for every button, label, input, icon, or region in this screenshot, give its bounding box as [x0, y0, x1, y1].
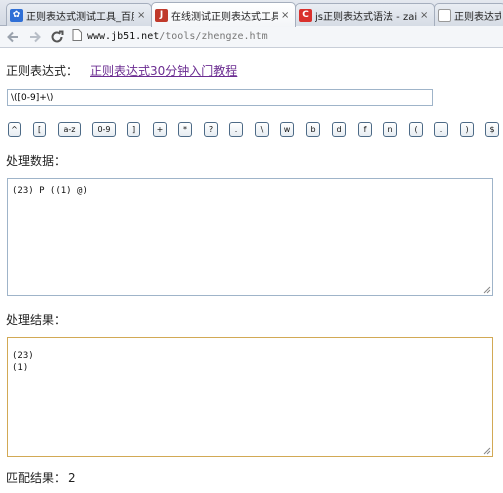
n-button[interactable]: n: [383, 122, 397, 137]
dot-button[interactable]: .: [434, 122, 448, 137]
regex-label-row: 正则表达式： 正则表达式30分钟入门教程: [6, 62, 237, 79]
tab-title: 正则表达式: [454, 11, 501, 23]
open-paren-button[interactable]: (: [409, 122, 423, 137]
tutorial-link[interactable]: 正则表达式30分钟入门教程: [90, 62, 237, 79]
a-z-button[interactable]: a-z: [58, 122, 81, 137]
result-textarea[interactable]: (23) (1): [7, 337, 493, 457]
d-button[interactable]: d: [332, 122, 346, 137]
backslash-button[interactable]: \: [255, 122, 269, 137]
open-bracket-button[interactable]: [: [33, 122, 46, 137]
asterisk-button[interactable]: *: [178, 122, 192, 137]
address-bar[interactable]: www.jb51.net/tools/zhengze.htm: [72, 28, 503, 46]
resize-grip-icon[interactable]: [483, 447, 491, 455]
match-count: 2: [68, 471, 76, 485]
forward-arrow-icon[interactable]: [26, 28, 44, 46]
result-label: 处理结果：: [6, 313, 67, 327]
w-button[interactable]: w: [280, 122, 294, 137]
reload-icon[interactable]: [48, 28, 66, 46]
browser-toolbar: www.jb51.net/tools/zhengze.htm: [0, 26, 503, 48]
data-textarea[interactable]: (23) P ((1) @): [7, 178, 493, 296]
data-label: 处理数据：: [6, 154, 67, 168]
tab-title: 在线测试正则表达式工具: [171, 11, 278, 23]
jb51-logo-icon: J: [155, 8, 168, 22]
tab-title: js正则表达式语法 - zai: [315, 11, 417, 23]
dollar-button[interactable]: $: [485, 122, 499, 137]
b-button[interactable]: b: [306, 122, 320, 137]
tab-regex[interactable]: 正则表达式: [434, 3, 503, 26]
url-path: /tools/zhengze.htm: [159, 31, 268, 42]
caret-button[interactable]: ^: [8, 122, 21, 137]
tab-csdn[interactable]: C js正则表达式语法 - zai ×: [295, 3, 435, 26]
csdn-logo-icon: C: [299, 8, 312, 22]
close-icon[interactable]: ×: [137, 10, 147, 21]
url-host: www.jb51.net: [87, 31, 160, 42]
regex-input[interactable]: [7, 89, 433, 106]
back-arrow-icon[interactable]: [4, 28, 22, 46]
baidu-paw-icon: ✿: [10, 8, 23, 22]
close-icon[interactable]: ×: [281, 10, 291, 21]
regex-label: 正则表达式：: [6, 64, 79, 78]
page-icon: [72, 29, 82, 44]
question-button[interactable]: ?: [204, 122, 218, 137]
close-icon[interactable]: ×: [420, 10, 430, 21]
tab-jb51[interactable]: J 在线测试正则表达式工具 ×: [151, 2, 296, 27]
plus-button[interactable]: +: [153, 122, 167, 137]
page-icon: [438, 8, 451, 22]
tab-title: 正则表达式测试工具_百度: [26, 11, 134, 23]
resize-grip-icon[interactable]: [483, 286, 491, 294]
close-paren-button[interactable]: ): [460, 122, 474, 137]
match-label: 匹配结果：: [6, 471, 67, 485]
0-9-button[interactable]: 0-9: [92, 122, 116, 137]
dot-button[interactable]: .: [229, 122, 243, 137]
tab-strip: ✿ 正则表达式测试工具_百度 × J 在线测试正则表达式工具 × C js正则表…: [0, 0, 503, 27]
f-button[interactable]: f: [358, 122, 372, 137]
page-content: 正则表达式： 正则表达式30分钟入门教程 ^ [ a-z 0-9 ] + * ?…: [0, 49, 503, 493]
match-result-row: 匹配结果： 2: [6, 469, 76, 486]
regex-button-row: ^ [ a-z 0-9 ] + * ? . \ w b d f n ( . ) …: [7, 122, 501, 138]
close-bracket-button[interactable]: ]: [127, 122, 140, 137]
tab-baidu[interactable]: ✿ 正则表达式测试工具_百度 ×: [6, 3, 152, 26]
